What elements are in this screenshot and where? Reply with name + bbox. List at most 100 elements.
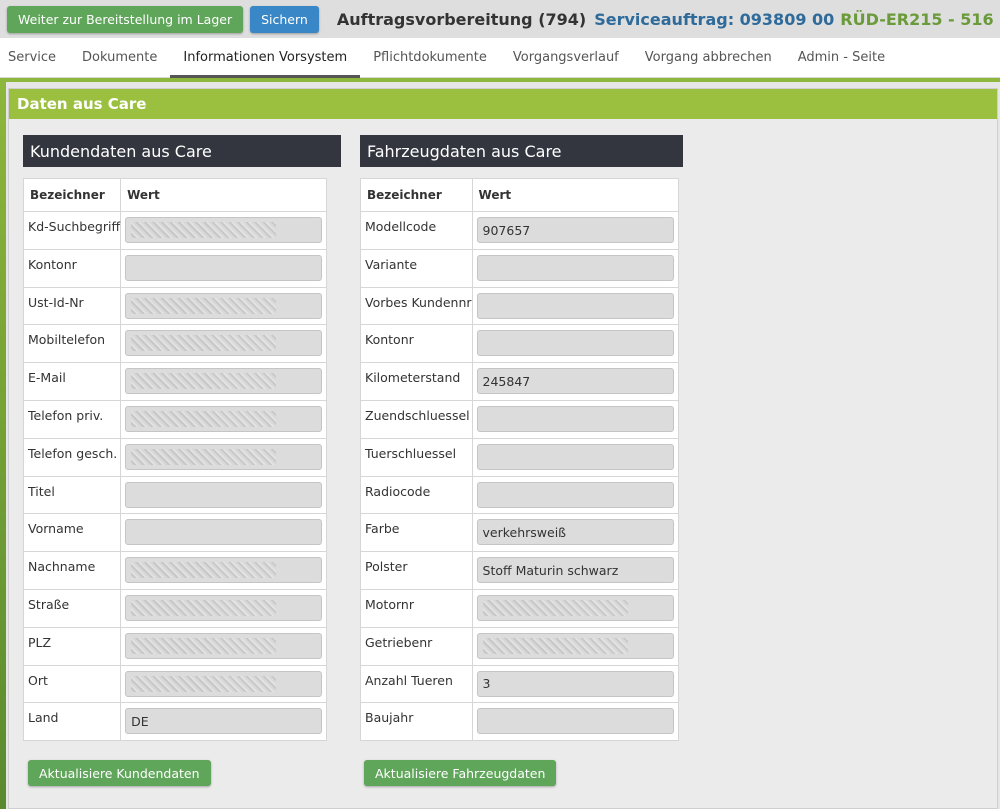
table-row: Modellcode 907657	[360, 211, 679, 250]
field-value-cell	[120, 513, 328, 553]
field-value-cell	[471, 286, 679, 326]
field-label-zuendschluessel: Zuendschluessel	[360, 399, 473, 439]
field-value-cell	[471, 702, 679, 742]
field-label-polster: Polster	[360, 551, 473, 590]
field-input-zuendschluessel[interactable]	[476, 405, 674, 432]
field-input-mobiltelefon[interactable]	[125, 330, 323, 357]
field-input-getriebenr[interactable]	[476, 632, 674, 659]
field-input-telefon-gesch[interactable]	[125, 443, 323, 470]
field-input-titel[interactable]	[125, 481, 323, 508]
field-input-ort[interactable]	[125, 670, 323, 697]
field-value-cell	[471, 437, 679, 477]
field-value-cell	[120, 588, 328, 628]
table-row: Land DE	[22, 702, 328, 742]
table-row: Baujahr	[360, 702, 679, 742]
field-label-baujahr: Baujahr	[360, 702, 473, 742]
tab-service[interactable]: Service	[0, 38, 69, 77]
table-row: Titel	[22, 475, 328, 515]
forward-to-warehouse-button[interactable]: Weiter zur Bereitstellung im Lager	[7, 5, 244, 33]
field-label-motornr: Motornr	[360, 588, 473, 628]
field-value-cell	[120, 437, 328, 477]
field-input-ust-id-nr[interactable]	[125, 292, 323, 319]
tab-cancel-process[interactable]: Vorgang abbrechen	[632, 38, 785, 77]
field-input-vorname[interactable]	[125, 519, 323, 546]
field-input-modellcode[interactable]: 907657	[476, 217, 674, 243]
field-value-cell: 3	[471, 664, 679, 704]
field-value-cell	[471, 588, 679, 628]
redacted-text	[131, 448, 277, 465]
field-input-radiocode[interactable]	[476, 481, 674, 508]
field-input-tuerschluessel[interactable]	[476, 443, 674, 470]
field-label-tuerschluessel: Tuerschluessel	[360, 437, 473, 477]
column-header-value: Wert	[120, 178, 328, 212]
field-value-cell: Stoff Maturin schwarz	[471, 551, 679, 590]
field-input-e-mail[interactable]	[125, 368, 323, 395]
customer-section-title: Kundendaten aus Care	[23, 135, 341, 167]
field-input-telefon-priv[interactable]	[125, 405, 323, 432]
field-input-strasse[interactable]	[125, 594, 323, 621]
table-row: Ort	[22, 664, 328, 704]
redacted-text	[131, 373, 277, 390]
field-input-anzahl-tueren[interactable]: 3	[476, 670, 674, 697]
vehicle-plate: RÜD-ER215 - 516 CDI	[840, 9, 1000, 29]
service-order-number: Serviceauftrag: 093809 00	[594, 9, 835, 29]
tab-mandatory-documents[interactable]: Pflichtdokumente	[360, 38, 500, 77]
save-button[interactable]: Sichern	[250, 5, 319, 33]
table-row: Kontonr	[360, 324, 679, 364]
redacted-text	[131, 410, 277, 427]
table-row: Mobiltelefon	[22, 324, 328, 364]
field-label-nachname: Nachname	[22, 551, 122, 590]
field-input-nachname[interactable]	[125, 557, 323, 584]
field-label-radiocode: Radiocode	[360, 475, 473, 515]
field-value-cell	[120, 626, 328, 666]
column-header-label: Bezeichner	[22, 178, 122, 212]
field-input-kd-suchbegriff[interactable]	[125, 217, 323, 243]
field-input-variante[interactable]	[476, 254, 674, 281]
field-label-kilometerstand: Kilometerstand	[360, 362, 473, 401]
field-input-polster[interactable]: Stoff Maturin schwarz	[476, 557, 674, 584]
table-row: Radiocode	[360, 475, 679, 515]
table-row: Zuendschluessel	[360, 399, 679, 439]
field-value-cell	[120, 362, 328, 401]
field-input-baujahr[interactable]	[476, 708, 674, 735]
field-value-cell	[120, 475, 328, 515]
table-row: Vorname	[22, 513, 328, 553]
field-value-cell	[120, 551, 328, 590]
tab-previous-system-info[interactable]: Informationen Vorsystem	[170, 38, 360, 78]
left-accent-stripe	[0, 82, 6, 809]
table-row: Kilometerstand 245847	[360, 362, 679, 401]
table-row: Nachname	[22, 551, 328, 590]
redacted-text	[131, 562, 277, 579]
redacted-text	[131, 675, 277, 692]
tab-documents[interactable]: Dokumente	[69, 38, 170, 77]
field-input-vorbes-kundennr[interactable]	[476, 292, 674, 319]
tab-admin-page[interactable]: Admin - Seite	[785, 38, 898, 77]
field-value-cell	[471, 399, 679, 439]
table-row: Motornr	[360, 588, 679, 628]
field-input-motornr[interactable]	[476, 594, 674, 621]
accent-divider	[0, 78, 1000, 82]
update-vehicle-data-button[interactable]: Aktualisiere Fahrzeugdaten	[364, 760, 557, 786]
field-input-kilometerstand[interactable]: 245847	[476, 368, 674, 395]
tab-process-history[interactable]: Vorgangsverlauf	[500, 38, 632, 77]
field-input-farbe[interactable]: verkehrsweiß	[476, 519, 674, 546]
table-row: Anzahl Tueren 3	[360, 664, 679, 704]
table-row: Telefon priv.	[22, 399, 328, 439]
field-value-cell	[471, 324, 679, 364]
field-label-modellcode: Modellcode	[360, 211, 473, 250]
field-input-kontonr[interactable]	[125, 254, 323, 281]
column-header-label: Bezeichner	[360, 178, 473, 212]
redacted-text	[131, 335, 277, 352]
field-input-land[interactable]: DE	[125, 708, 323, 735]
column-header-value: Wert	[471, 178, 679, 212]
update-customer-data-button[interactable]: Aktualisiere Kundendaten	[28, 760, 211, 786]
table-row: Kd-Suchbegriff	[22, 211, 328, 250]
redacted-text	[131, 637, 277, 654]
field-input-kontonr[interactable]	[476, 330, 674, 357]
vehicle-section-title: Fahrzeugdaten aus Care	[360, 135, 683, 167]
field-input-plz[interactable]	[125, 632, 323, 659]
care-data-panel: Daten aus Care Kundendaten aus Care Beze…	[8, 88, 998, 809]
table-row: Getriebenr	[360, 626, 679, 666]
table-row: E-Mail	[22, 362, 328, 401]
table-row: Tuerschluessel	[360, 437, 679, 477]
